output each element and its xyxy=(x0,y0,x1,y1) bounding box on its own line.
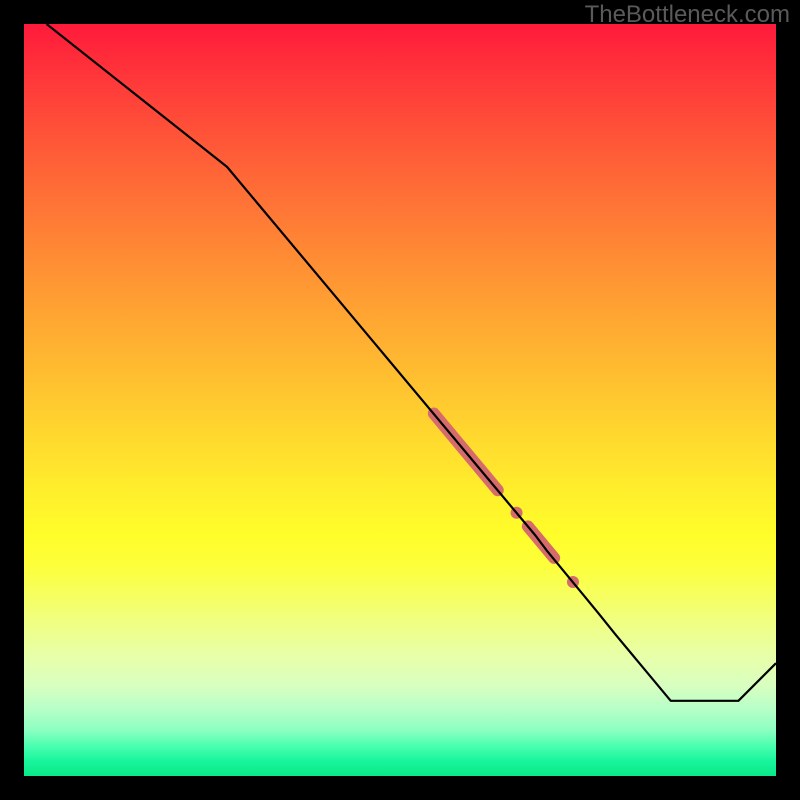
chart-svg xyxy=(24,24,776,776)
data-curve xyxy=(47,24,776,701)
watermark-text: TheBottleneck.com xyxy=(585,1,790,29)
plot-area xyxy=(24,24,776,776)
curve-layer xyxy=(47,24,776,701)
